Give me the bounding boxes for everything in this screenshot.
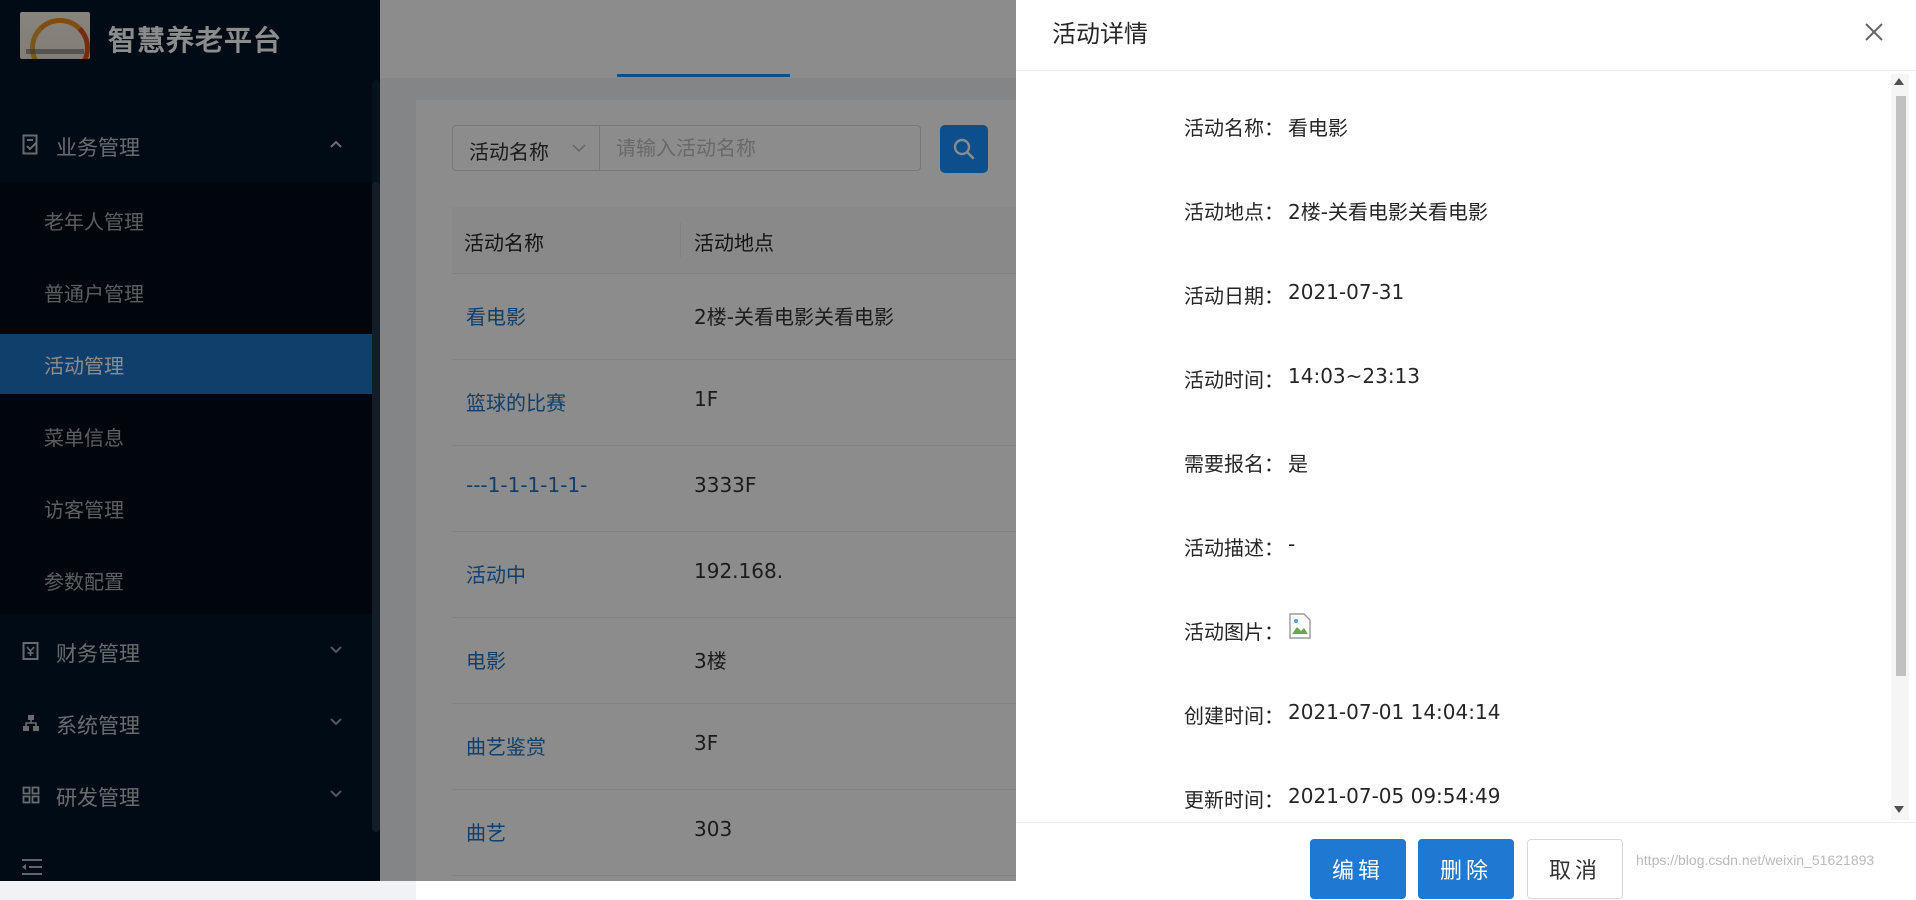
drawer-title: 活动详情 (1052, 20, 1148, 48)
detail-value: 2021-07-01 14:04:14 (1288, 700, 1501, 724)
detail-label: 活动描述： (1184, 536, 1284, 560)
drawer-header: 活动详情 (1016, 0, 1916, 71)
detail-label: 活动图片： (1184, 620, 1284, 644)
scroll-up-arrow-icon[interactable] (1894, 78, 1904, 85)
detail-value: 14:03~23:13 (1288, 364, 1421, 388)
detail-label: 创建时间： (1184, 704, 1284, 728)
scroll-down-arrow-icon[interactable] (1894, 806, 1904, 813)
detail-value: 看电影 (1288, 116, 1348, 140)
activity-detail-drawer: 活动详情 活动名称： 看电影 活动地点： 2楼-关看电影关看电影 活动日期： 2… (1016, 0, 1916, 899)
drawer-scrollbar-thumb[interactable] (1896, 96, 1906, 676)
detail-value: - (1288, 532, 1296, 556)
broken-image-icon (1289, 613, 1311, 639)
watermark: https://blog.csdn.net/weixin_51621893 (1636, 852, 1875, 868)
edit-button[interactable]: 编辑 (1310, 839, 1406, 899)
detail-label: 活动地点： (1184, 200, 1284, 224)
detail-value: 2楼-关看电影关看电影 (1288, 200, 1488, 224)
detail-label: 活动名称： (1184, 116, 1284, 140)
detail-label: 活动时间： (1184, 368, 1284, 392)
detail-value: 是 (1288, 452, 1308, 476)
delete-button[interactable]: 删除 (1418, 839, 1514, 899)
detail-value: 2021-07-31 (1288, 280, 1405, 304)
detail-label: 更新时间： (1184, 788, 1284, 812)
close-icon[interactable] (1860, 18, 1888, 46)
detail-label: 活动日期： (1184, 284, 1284, 308)
detail-value: 2021-07-05 09:54:49 (1288, 784, 1501, 808)
cancel-button[interactable]: 取消 (1527, 839, 1623, 899)
detail-label: 需要报名： (1184, 452, 1284, 476)
